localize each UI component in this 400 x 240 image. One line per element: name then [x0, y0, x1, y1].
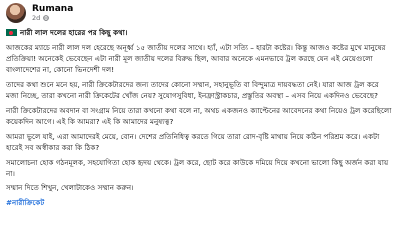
post-meta: Rumana 2d: [32, 4, 73, 22]
post-time[interactable]: 2d: [32, 15, 40, 22]
globe-icon: [43, 15, 50, 21]
post-paragraph-2: তাদের কথা শুনে মনে হয়, নারী ক্রিকেটারদে…: [6, 79, 379, 101]
post-title: নারী লাল দলের হারের পর কিছু কথা।: [20, 28, 128, 37]
bangladesh-flag-icon: [6, 29, 17, 37]
post-subline: 2d: [32, 15, 73, 22]
post-paragraph-1: আজকের ম্যাচে নারী লাল দল হেরেছে অনূর্ধ্ব…: [6, 42, 386, 75]
author-name[interactable]: Rumana: [32, 4, 73, 14]
post-paragraph-3: নারী ক্রিকেটারদের অবদান বা সংগ্রাম নিয়ে…: [6, 105, 392, 126]
post-paragraph-6: সম্মান দিতে শিখুন, খেলাটাকেও সম্মান করুন…: [6, 183, 134, 193]
post-paragraph-5: সমালোচনা হোক গঠনমূলক, সহযোগিতা হোক হৃদয়…: [6, 157, 389, 178]
facebook-post: Rumana 2d নারী লাল দলের হারের পর কিছু কথ…: [0, 0, 400, 240]
post-body: নারী লাল দলের হারের পর কিছু কথা। আজকের ম…: [6, 27, 392, 208]
post-paragraph-4: আমরা ভুলে যাই, এরা আমাদেরই মেয়ে, বোন। দ…: [6, 131, 380, 152]
hashtag-link[interactable]: #নারীক্রিকেট: [6, 198, 44, 207]
post-title-line: নারী লাল দলের হারের পর কিছু কথা।: [6, 27, 392, 38]
post-header: Rumana 2d: [6, 2, 392, 24]
avatar[interactable]: [6, 3, 26, 23]
